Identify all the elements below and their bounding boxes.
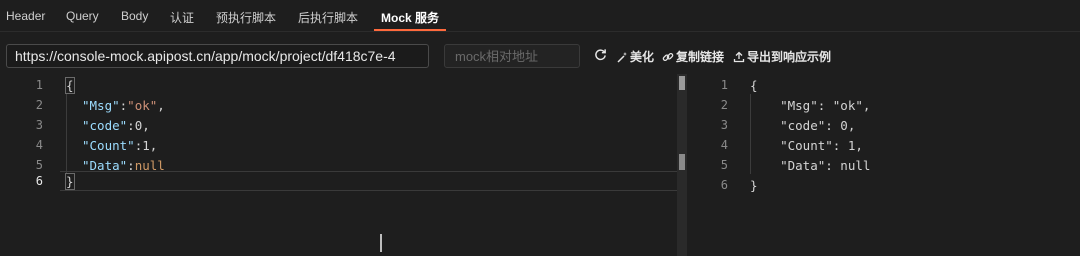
line-number-current: 6 (35, 174, 43, 188)
code-line: "Data":null (82, 158, 165, 173)
line-number: 4 (720, 138, 728, 152)
export-to-response-example-button[interactable]: 导出到响应示例 (733, 48, 831, 65)
line-number: 3 (720, 118, 728, 132)
tab-pre-script[interactable]: 预执行脚本 (216, 9, 276, 26)
beautify-label: 美化 (630, 50, 655, 64)
json-comma: , (149, 138, 158, 153)
link-icon (662, 51, 674, 63)
line-number: 5 (720, 158, 728, 172)
current-line-highlight (60, 171, 678, 191)
tab-post-script[interactable]: 后执行脚本 (298, 9, 358, 26)
json-comma: , (142, 118, 150, 133)
tab-body[interactable]: Body (121, 9, 148, 23)
json-colon: : (127, 158, 135, 173)
mock-path-input[interactable] (444, 44, 580, 68)
json-colon: : (127, 118, 135, 133)
code-line: "Count":1, (82, 138, 157, 153)
active-tab-indicator (374, 29, 446, 31)
line-number: 5 (35, 158, 43, 172)
json-key: "code" (82, 118, 128, 133)
tab-header[interactable]: Header (6, 9, 45, 23)
preview-line: "Data": null (750, 158, 871, 173)
export-label: 导出到响应示例 (747, 50, 832, 64)
preview-line: { (750, 78, 758, 93)
tab-query[interactable]: Query (66, 9, 99, 23)
json-value: null (134, 158, 165, 173)
code-brace-close: } (65, 173, 75, 190)
line-number: 6 (720, 178, 728, 192)
tab-bar: Header Query Body 认证 预执行脚本 后执行脚本 Mock 服务 (0, 0, 1080, 32)
line-number: 1 (720, 78, 728, 92)
code-line: "code":0, (82, 118, 150, 133)
preview-line: } (750, 178, 758, 193)
preview-line: "Msg": "ok", (750, 98, 871, 113)
resize-handle[interactable] (380, 234, 382, 252)
json-comma: , (157, 98, 165, 113)
code-line: "Msg":"ok", (82, 98, 165, 113)
copy-link-button[interactable]: 复制链接 (662, 48, 724, 65)
preview-line: "code": 0, (750, 118, 856, 133)
line-number: 3 (35, 118, 43, 132)
mock-preview-editor: 1 2 3 4 5 6 { "Msg": "ok", "code": 0, "C… (690, 74, 1080, 256)
code-brace-open: { (65, 77, 75, 94)
json-value: 1 (142, 138, 150, 153)
json-key: "Msg" (82, 98, 120, 113)
beautify-button[interactable]: 美化 (616, 48, 654, 65)
scrollbar-thumb[interactable] (679, 76, 685, 90)
json-key: "Data" (82, 158, 128, 173)
scrollbar-marker (679, 154, 685, 170)
tab-mock-service[interactable]: Mock 服务 (381, 9, 439, 26)
line-number: 2 (35, 98, 43, 112)
copy-link-label: 复制链接 (676, 50, 725, 64)
editor-scrollbar[interactable] (677, 74, 687, 256)
line-number: 2 (720, 98, 728, 112)
tab-auth[interactable]: 认证 (170, 9, 194, 26)
indent-guide (66, 94, 67, 174)
magic-wand-icon (616, 51, 628, 63)
json-value: "ok" (127, 98, 158, 113)
mock-body-editor[interactable]: 1 2 3 4 5 6 { "Msg":"ok", "code":0, "Cou… (0, 74, 690, 256)
line-number: 1 (35, 78, 43, 92)
upload-icon (733, 51, 745, 63)
json-key: "Count" (82, 138, 135, 153)
mock-url-field[interactable]: https://console-mock.apipost.cn/app/mock… (6, 44, 429, 68)
refresh-button[interactable] (594, 48, 607, 61)
preview-line: "Count": 1, (750, 138, 863, 153)
line-number: 4 (35, 138, 43, 152)
refresh-icon (594, 48, 607, 61)
